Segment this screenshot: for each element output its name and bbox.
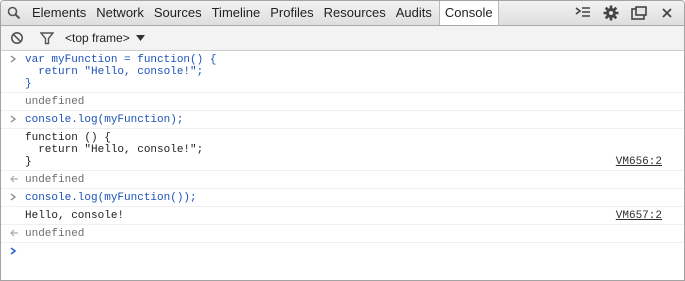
search-icon[interactable] [1,1,27,25]
command-caret-icon [9,192,19,204]
log-text: Hello, console! [25,210,125,222]
tab-audits[interactable]: Audits [391,1,437,25]
source-link[interactable]: VM657:2 [616,210,662,222]
close-icon[interactable] [658,4,676,22]
devtools-window: Elements Network Sources Timeline Profil… [0,0,685,281]
result-arrow-icon [9,228,19,240]
tabbar-actions [574,1,676,25]
console-toolbar: <top frame> [1,26,684,51]
dock-icon[interactable] [630,4,648,22]
filter-icon[interactable] [39,30,55,46]
tab-resources[interactable]: Resources [319,1,391,25]
command-text: console.log(myFunction); [25,114,184,126]
command-caret-icon [9,114,19,126]
tab-profiles[interactable]: Profiles [265,1,318,25]
result-text: undefined [25,96,85,108]
tab-console[interactable]: Console [438,1,499,25]
drawer-icon[interactable] [574,4,592,22]
settings-gear-icon[interactable] [602,4,620,22]
console-command: console.log(myFunction()); [1,189,684,207]
frame-selector-value: <top frame> [65,31,130,45]
console-result: undefined [1,171,684,189]
command-text: var myFunction = function() { return "He… [25,54,217,90]
console-log-message: function () { return "Hello, console!"; … [1,129,684,171]
command-caret-icon [9,54,19,66]
dropdown-arrow-icon [135,31,145,45]
tab-sources[interactable]: Sources [149,1,207,25]
clear-console-icon[interactable] [9,30,25,46]
result-arrow-icon [9,174,19,186]
panel-tabs: Elements Network Sources Timeline Profil… [27,1,499,25]
tab-elements[interactable]: Elements [27,1,91,25]
tab-network[interactable]: Network [91,1,149,25]
console-result: undefined [1,225,684,243]
log-text: function () { return "Hello, console!"; … [25,132,204,168]
console-command: console.log(myFunction); [1,111,684,129]
console-prompt-input[interactable] [1,243,684,261]
source-link[interactable]: VM656:2 [616,156,662,168]
console-result: undefined [1,93,684,111]
tab-timeline[interactable]: Timeline [207,1,266,25]
console-messages[interactable]: var myFunction = function() { return "He… [1,51,684,261]
command-text: console.log(myFunction()); [25,192,197,204]
result-text: undefined [25,228,85,240]
frame-selector[interactable]: <top frame> [65,31,145,45]
console-log-message: Hello, console! VM657:2 [1,207,684,225]
console-command: var myFunction = function() { return "He… [1,51,684,93]
devtools-tab-bar: Elements Network Sources Timeline Profil… [1,1,684,26]
result-text: undefined [25,174,85,186]
prompt-caret-icon [9,246,17,260]
